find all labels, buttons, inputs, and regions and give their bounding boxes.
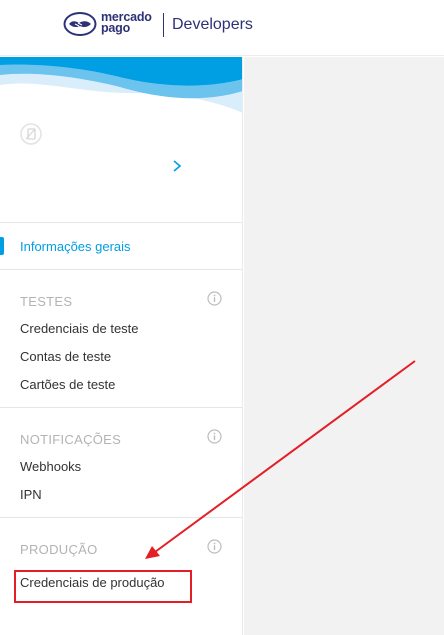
sidebar-divider [0, 517, 242, 518]
handshake-icon[interactable] [63, 11, 97, 37]
header-wave-decoration [0, 57, 242, 113]
sidebar-divider [0, 269, 242, 270]
top-header: mercado pago Developers [0, 0, 444, 56]
section-title-testes: TESTES [20, 294, 73, 309]
info-icon[interactable] [207, 429, 222, 444]
brand-wordmark[interactable]: mercado pago [101, 11, 152, 35]
sidebar: Informações gerais TESTES Credenciais de… [0, 57, 243, 635]
main-content [244, 57, 444, 635]
header-divider [163, 13, 164, 37]
sidebar-item-contas-teste[interactable]: Contas de teste [20, 349, 111, 364]
section-title-notificacoes: NOTIFICAÇÕES [20, 432, 122, 447]
active-indicator [0, 237, 4, 255]
sidebar-divider [0, 222, 242, 223]
sidebar-item-informacoes-gerais[interactable]: Informações gerais [20, 239, 131, 254]
sidebar-item-ipn[interactable]: IPN [20, 487, 42, 502]
info-icon[interactable] [207, 539, 222, 554]
sidebar-item-credenciais-teste[interactable]: Credenciais de teste [20, 321, 139, 336]
info-icon[interactable] [207, 291, 222, 306]
sidebar-item-cartoes-teste[interactable]: Cartões de teste [20, 377, 115, 392]
app-placeholder-icon [20, 123, 42, 145]
chevron-right-icon[interactable] [172, 159, 182, 173]
product-title[interactable]: Developers [172, 16, 253, 34]
brand-line-2: pago [101, 21, 131, 35]
annotation-highlight-box [14, 570, 192, 603]
sidebar-divider [0, 407, 242, 408]
section-title-producao: PRODUÇÃO [20, 542, 98, 557]
sidebar-item-webhooks[interactable]: Webhooks [20, 459, 81, 474]
